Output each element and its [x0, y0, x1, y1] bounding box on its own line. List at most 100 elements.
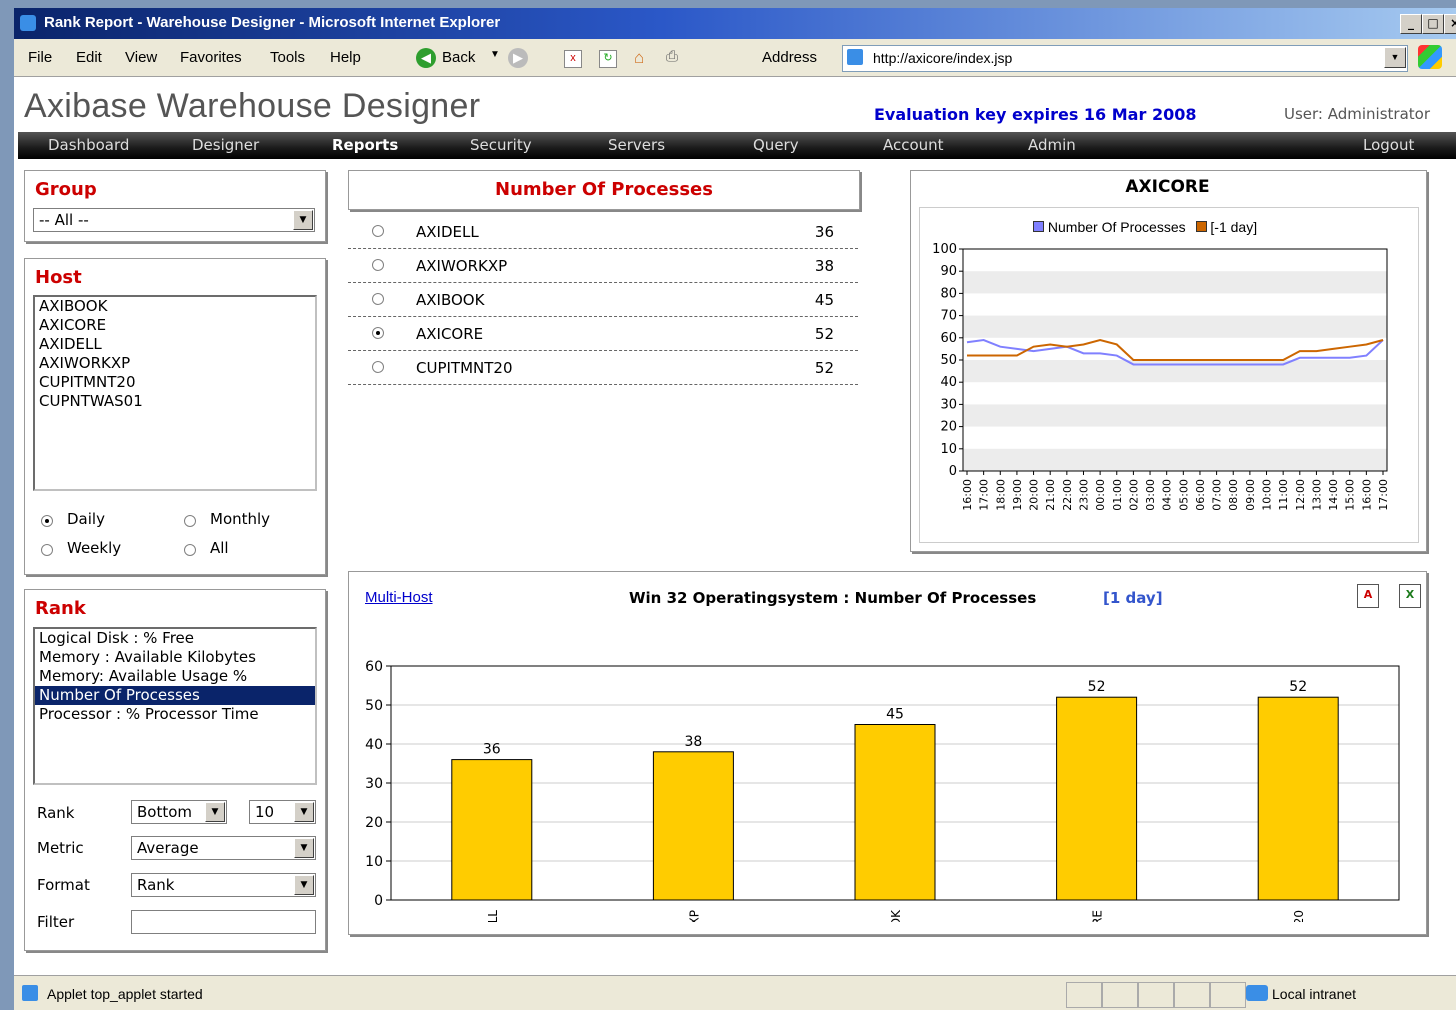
period-monthly-radio[interactable]: [184, 515, 196, 527]
menu-tools[interactable]: Tools: [270, 49, 305, 66]
metric-item-selected[interactable]: Number Of Processes: [35, 686, 315, 705]
filter-input[interactable]: [131, 910, 316, 934]
host-item[interactable]: AXIWORKXP: [35, 354, 315, 373]
back-button[interactable]: Back: [442, 49, 475, 66]
rank-title: Rank: [35, 598, 86, 619]
y-tick-label: 100: [932, 242, 957, 257]
host-radio[interactable]: [372, 225, 384, 237]
menu-file[interactable]: File: [28, 49, 52, 66]
host-item[interactable]: AXIDELL: [35, 335, 315, 354]
nav-query[interactable]: Query: [753, 136, 799, 154]
rank-order-select[interactable]: Bottom ▼: [131, 800, 227, 824]
group-dropdown-arrow[interactable]: ▼: [293, 210, 313, 230]
ranking-value: 36: [814, 223, 834, 241]
period-daily-radio[interactable]: [41, 515, 53, 527]
multi-host-link[interactable]: Multi-Host: [365, 589, 433, 606]
table-row[interactable]: AXIWORKXP 38: [348, 249, 858, 283]
rank-order-dropdown-arrow[interactable]: ▼: [205, 802, 225, 822]
bar: [652, 751, 734, 901]
nav-logout[interactable]: Logout: [1363, 136, 1414, 154]
home-icon[interactable]: ⌂: [634, 48, 644, 68]
host-item[interactable]: CUPNTWAS01: [35, 392, 315, 411]
metric-list[interactable]: Logical Disk : % Free Memory : Available…: [33, 627, 317, 785]
x-category-label: AXICORE: [1091, 910, 1105, 922]
y-tick-label: 20: [365, 815, 383, 831]
menu-edit[interactable]: Edit: [76, 49, 102, 66]
y-tick-label: 0: [949, 464, 957, 479]
address-dropdown[interactable]: ▼: [1384, 47, 1406, 68]
back-arrow-icon[interactable]: ◀: [416, 48, 436, 68]
ranking-value: 52: [814, 359, 834, 377]
grid-band: [963, 360, 1387, 383]
x-tick-label: 16:00: [961, 479, 974, 511]
nav-account[interactable]: Account: [883, 136, 944, 154]
chevron-down-icon[interactable]: ▼: [490, 49, 500, 60]
bar-value-label: 36: [483, 742, 501, 758]
x-tick-label: 11:00: [1277, 479, 1290, 511]
nav-designer[interactable]: Designer: [192, 136, 259, 154]
timeline-chart: 010203040506070809010016:00 17:00 18:00 19:…: [932, 242, 1390, 511]
menu-help[interactable]: Help: [330, 49, 361, 66]
bar-value-label: 38: [684, 734, 702, 750]
nav-dashboard[interactable]: Dashboard: [48, 136, 129, 154]
metric-item[interactable]: Memory : Available Kilobytes: [35, 648, 315, 667]
address-input[interactable]: http://axicore/index.jsp ▼: [842, 45, 1408, 72]
minimize-button[interactable]: _: [1400, 14, 1422, 34]
y-tick-label: 0: [374, 893, 383, 909]
table-row[interactable]: AXIBOOK 45: [348, 283, 858, 317]
host-list[interactable]: AXIBOOK AXICORE AXIDELL AXIWORKXP CUPITM…: [33, 295, 317, 491]
x-tick-label: 12:00: [1294, 479, 1307, 511]
host-radio[interactable]: [372, 293, 384, 305]
excel-export-icon[interactable]: X: [1399, 584, 1421, 608]
host-item[interactable]: AXIBOOK: [35, 297, 315, 316]
metric-select[interactable]: Average ▼: [131, 836, 316, 860]
host-panel: Host AXIBOOK AXICORE AXIDELL AXIWORKXP C…: [24, 258, 326, 575]
nav-admin[interactable]: Admin: [1028, 136, 1076, 154]
close-button[interactable]: ×: [1444, 14, 1456, 34]
page-content: Axibase Warehouse Designer Evaluation ke…: [14, 77, 1456, 975]
menu-favorites[interactable]: Favorites: [180, 49, 242, 66]
x-tick-label: 19:00: [1011, 479, 1024, 511]
bar-value-label: 45: [886, 707, 904, 723]
host-radio[interactable]: [372, 361, 384, 373]
y-tick-label: 60: [365, 659, 383, 675]
y-tick-label: 90: [940, 264, 957, 279]
menu-view[interactable]: View: [125, 49, 157, 66]
host-radio-selected[interactable]: [372, 327, 384, 339]
ranking-value: 38: [814, 257, 834, 275]
host-item[interactable]: CUPITMNT20: [35, 373, 315, 392]
window-title-bar[interactable]: Rank Report - Warehouse Designer - Micro…: [14, 8, 1456, 39]
table-row[interactable]: AXIDELL 36: [348, 215, 858, 249]
group-select[interactable]: -- All -- ▼: [33, 208, 315, 232]
rank-count-dropdown-arrow[interactable]: ▼: [294, 802, 314, 822]
nav-reports[interactable]: Reports: [332, 136, 398, 154]
rank-count-select[interactable]: 10 ▼: [249, 800, 316, 824]
maximize-button[interactable]: □: [1422, 14, 1444, 34]
nav-security[interactable]: Security: [470, 136, 532, 154]
timeline-panel: AXICORE Number Of Processes [-1 day] 0 10…: [910, 170, 1427, 552]
period-all-radio[interactable]: [184, 544, 196, 556]
legend-previous: [-1 day]: [1210, 219, 1258, 235]
status-pane: [1102, 982, 1138, 1008]
forward-arrow-icon[interactable]: ▶: [508, 48, 528, 68]
refresh-icon[interactable]: ↻: [599, 50, 617, 68]
legend-swatch-current: [1033, 221, 1044, 232]
table-row[interactable]: AXICORE 52: [348, 317, 858, 351]
print-icon[interactable]: ⎙: [666, 48, 678, 65]
metric-item[interactable]: Logical Disk : % Free: [35, 629, 315, 648]
period-weekly-radio[interactable]: [41, 544, 53, 556]
stop-icon[interactable]: x: [564, 50, 582, 68]
format-dropdown-arrow[interactable]: ▼: [294, 875, 314, 895]
x-category-label: AXIBOOK: [889, 909, 903, 922]
host-radio[interactable]: [372, 259, 384, 271]
pdf-export-icon[interactable]: A: [1357, 584, 1379, 608]
menu-toolbar: File Edit View Favorites Tools Help ◀ Ba…: [14, 39, 1456, 77]
format-select[interactable]: Rank ▼: [131, 873, 316, 897]
host-item[interactable]: AXICORE: [35, 316, 315, 335]
metric-item[interactable]: Memory: Available Usage %: [35, 667, 315, 686]
x-tick-label: 10:00: [1261, 479, 1274, 511]
table-row[interactable]: CUPITMNT20 52: [348, 351, 858, 385]
metric-dropdown-arrow[interactable]: ▼: [294, 838, 314, 858]
metric-item[interactable]: Processor : % Processor Time: [35, 705, 315, 724]
nav-servers[interactable]: Servers: [608, 136, 665, 154]
